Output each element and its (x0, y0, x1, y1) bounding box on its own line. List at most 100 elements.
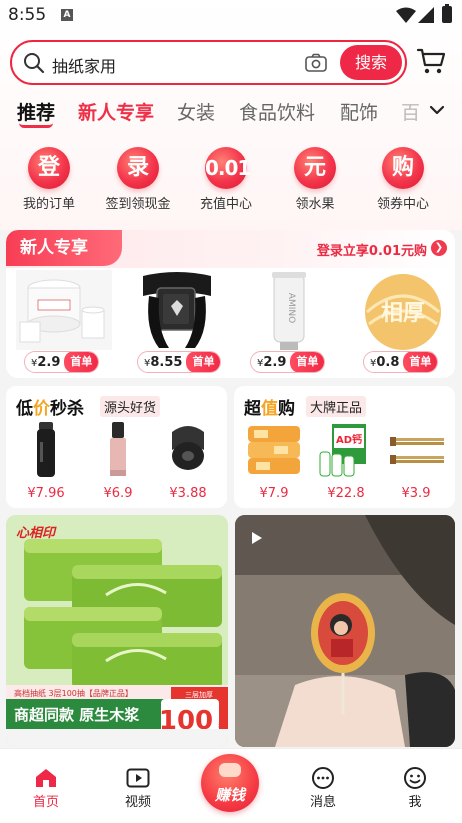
thermos-image (37, 422, 55, 477)
shortcut-label: 领券中心 (376, 197, 429, 212)
svg-text:AMINO: AMINO (286, 293, 296, 323)
shortcut-coupon-center[interactable]: 购 领券中心 (363, 147, 443, 212)
nav-label: 视频 (124, 795, 151, 810)
new-user-title: 新人专享 (6, 230, 122, 266)
search-input[interactable]: 抽纸家用 (52, 53, 116, 77)
nav-profile[interactable]: 我 (385, 765, 445, 810)
search-icon (24, 53, 45, 74)
flash-sale-subtitle: 源头好货 (100, 396, 161, 417)
status-time: 8:55 (8, 5, 47, 25)
deal-item[interactable]: ¥3.9 (384, 420, 448, 508)
deal-item[interactable]: ¥7.9 (242, 420, 306, 508)
value-buy-card[interactable]: 超值购 大牌正品 ¥7.9 AD钙 ¥22.8 ¥3.9 (234, 386, 455, 508)
tab-active-indicator (19, 123, 53, 128)
deal-item[interactable]: ¥3.88 (156, 420, 220, 508)
feed-product-tissue[interactable]: 心相印 高档抽纸 3层100抽【品牌正品】 商超同款 原生木浆 三层加厚 100… (6, 515, 228, 747)
video-icon (126, 768, 150, 788)
login-promo-link[interactable]: 登录立享0.01元购 (317, 240, 427, 259)
first-order-badge: 首单 (403, 352, 438, 372)
yuan-badge-icon: 元 (294, 147, 336, 189)
flash-sale-title: 低价秒杀 (16, 399, 84, 419)
product-card[interactable]: AMINO ¥2.9 首单 (236, 268, 344, 376)
video-thumbnail (235, 515, 455, 747)
record-badge-icon: 录 (117, 147, 159, 189)
svg-text:高档抽纸 3层100抽【品牌正品】: 高档抽纸 3层100抽【品牌正品】 (14, 688, 133, 698)
tab-womens-clothing[interactable]: 女装 (177, 98, 215, 125)
chevron-right-icon[interactable]: ❯ (431, 240, 447, 256)
flash-sale-card[interactable]: 低价秒杀 源头好货 ¥7.96 ¥6.9 ¥3.88 (6, 386, 227, 508)
play-icon[interactable] (251, 531, 263, 545)
deal-item[interactable]: AD钙 ¥22.8 (314, 420, 378, 508)
shortcut-free-fruit[interactable]: 元 领水果 (275, 147, 355, 212)
deal-price: ¥3.9 (401, 486, 431, 501)
deal-price: ¥3.88 (169, 486, 207, 501)
deal-price: ¥7.96 (27, 486, 65, 501)
nav-label: 首页 (32, 795, 59, 810)
first-order-badge: 首单 (64, 352, 99, 372)
wifi-icon (396, 7, 416, 23)
shortcut-label: 签到领现金 (105, 197, 171, 212)
tab-accessories[interactable]: 配饰 (340, 98, 378, 125)
feed-video-card[interactable] (235, 515, 455, 747)
notification-a-icon: A (61, 9, 73, 21)
lipstick-image (110, 422, 126, 476)
cleanser-tube-image: AMINO (242, 270, 338, 350)
price-tag: ¥8.55 首单 (137, 351, 222, 373)
price-tag: ¥2.9 首单 (250, 351, 326, 373)
shortcut-recharge-center[interactable]: 0.01 充值中心 (186, 147, 266, 212)
nav-home[interactable]: 首页 (16, 765, 76, 810)
tissue-product-image: 心相印 高档抽纸 3层100抽【品牌正品】 商超同款 原生木浆 三层加厚 100… (6, 515, 228, 747)
earn-icon (219, 763, 241, 777)
home-icon (36, 769, 56, 787)
tab-new-user[interactable]: 新人专享 (78, 98, 154, 125)
nav-label: 我 (408, 795, 422, 810)
shortcut-label: 充值中心 (199, 197, 252, 212)
product-card[interactable]: 相厚 ¥0.8 首单 (349, 268, 455, 376)
earn-money-button[interactable]: 赚钱 (201, 754, 259, 812)
bread-image (248, 426, 300, 474)
search-button[interactable]: 搜索 (340, 45, 402, 80)
towel-roll-image (16, 270, 112, 350)
product-card[interactable]: ¥8.55 首单 (123, 268, 231, 376)
shortcut-my-orders[interactable]: 登 我的订单 (9, 147, 89, 212)
ad-milk-image: AD钙 (319, 424, 366, 477)
cart-icon[interactable] (416, 47, 446, 75)
svg-text:心相印: 心相印 (16, 525, 57, 541)
profile-icon (404, 767, 426, 789)
nav-video[interactable]: 视频 (108, 765, 168, 810)
deal-price: ¥6.9 (103, 486, 133, 501)
new-user-section: 新人专享 登录立享0.01元购 ❯ ¥2.9 首单 ¥8.55 首单 AMINO… (6, 230, 455, 378)
first-order-badge: 首单 (186, 352, 221, 372)
search-bar[interactable]: 抽纸家用 搜索 (10, 40, 407, 85)
battery-icon (442, 4, 452, 23)
belt-image (129, 270, 225, 350)
buy-badge-icon: 购 (382, 147, 424, 189)
shortcut-sign-in-cash[interactable]: 录 签到领现金 (98, 147, 178, 212)
svg-text:AD钙: AD钙 (336, 433, 362, 446)
tab-more-partial[interactable]: 百 (401, 98, 420, 125)
shortcut-label: 我的订单 (22, 197, 75, 212)
deal-item[interactable]: ¥6.9 (86, 420, 150, 508)
svg-text:商超同款 原生木浆: 商超同款 原生木浆 (14, 706, 140, 724)
deal-price: ¥22.8 (327, 486, 365, 501)
value-buy-subtitle: 大牌正品 (306, 396, 367, 417)
svg-text:相厚: 相厚 (381, 301, 425, 326)
price-tag: ¥2.9 首单 (24, 351, 100, 373)
nav-label: 消息 (309, 795, 336, 810)
camera-icon[interactable] (305, 53, 327, 73)
category-tabs: 推荐 新人专享 女装 食品饮料 配饰 百 (0, 96, 462, 130)
cake-image: 相厚 (355, 270, 451, 350)
deal-item[interactable]: ¥7.96 (14, 420, 78, 508)
message-icon (312, 767, 334, 789)
tab-food-drinks[interactable]: 食品饮料 (239, 98, 315, 125)
nav-messages[interactable]: 消息 (293, 765, 353, 810)
deal-price: ¥7.9 (259, 486, 289, 501)
tab-recommend[interactable]: 推荐 (17, 98, 55, 125)
price-tag: ¥0.8 首单 (363, 351, 439, 373)
chopsticks-image (390, 437, 444, 464)
first-order-badge: 首单 (290, 352, 325, 372)
product-card[interactable]: ¥2.9 首单 (10, 268, 118, 376)
penny-badge-icon: 0.01 (205, 147, 251, 189)
status-bar: 8:55 A (0, 0, 462, 34)
chevron-down-icon[interactable] (428, 102, 446, 118)
